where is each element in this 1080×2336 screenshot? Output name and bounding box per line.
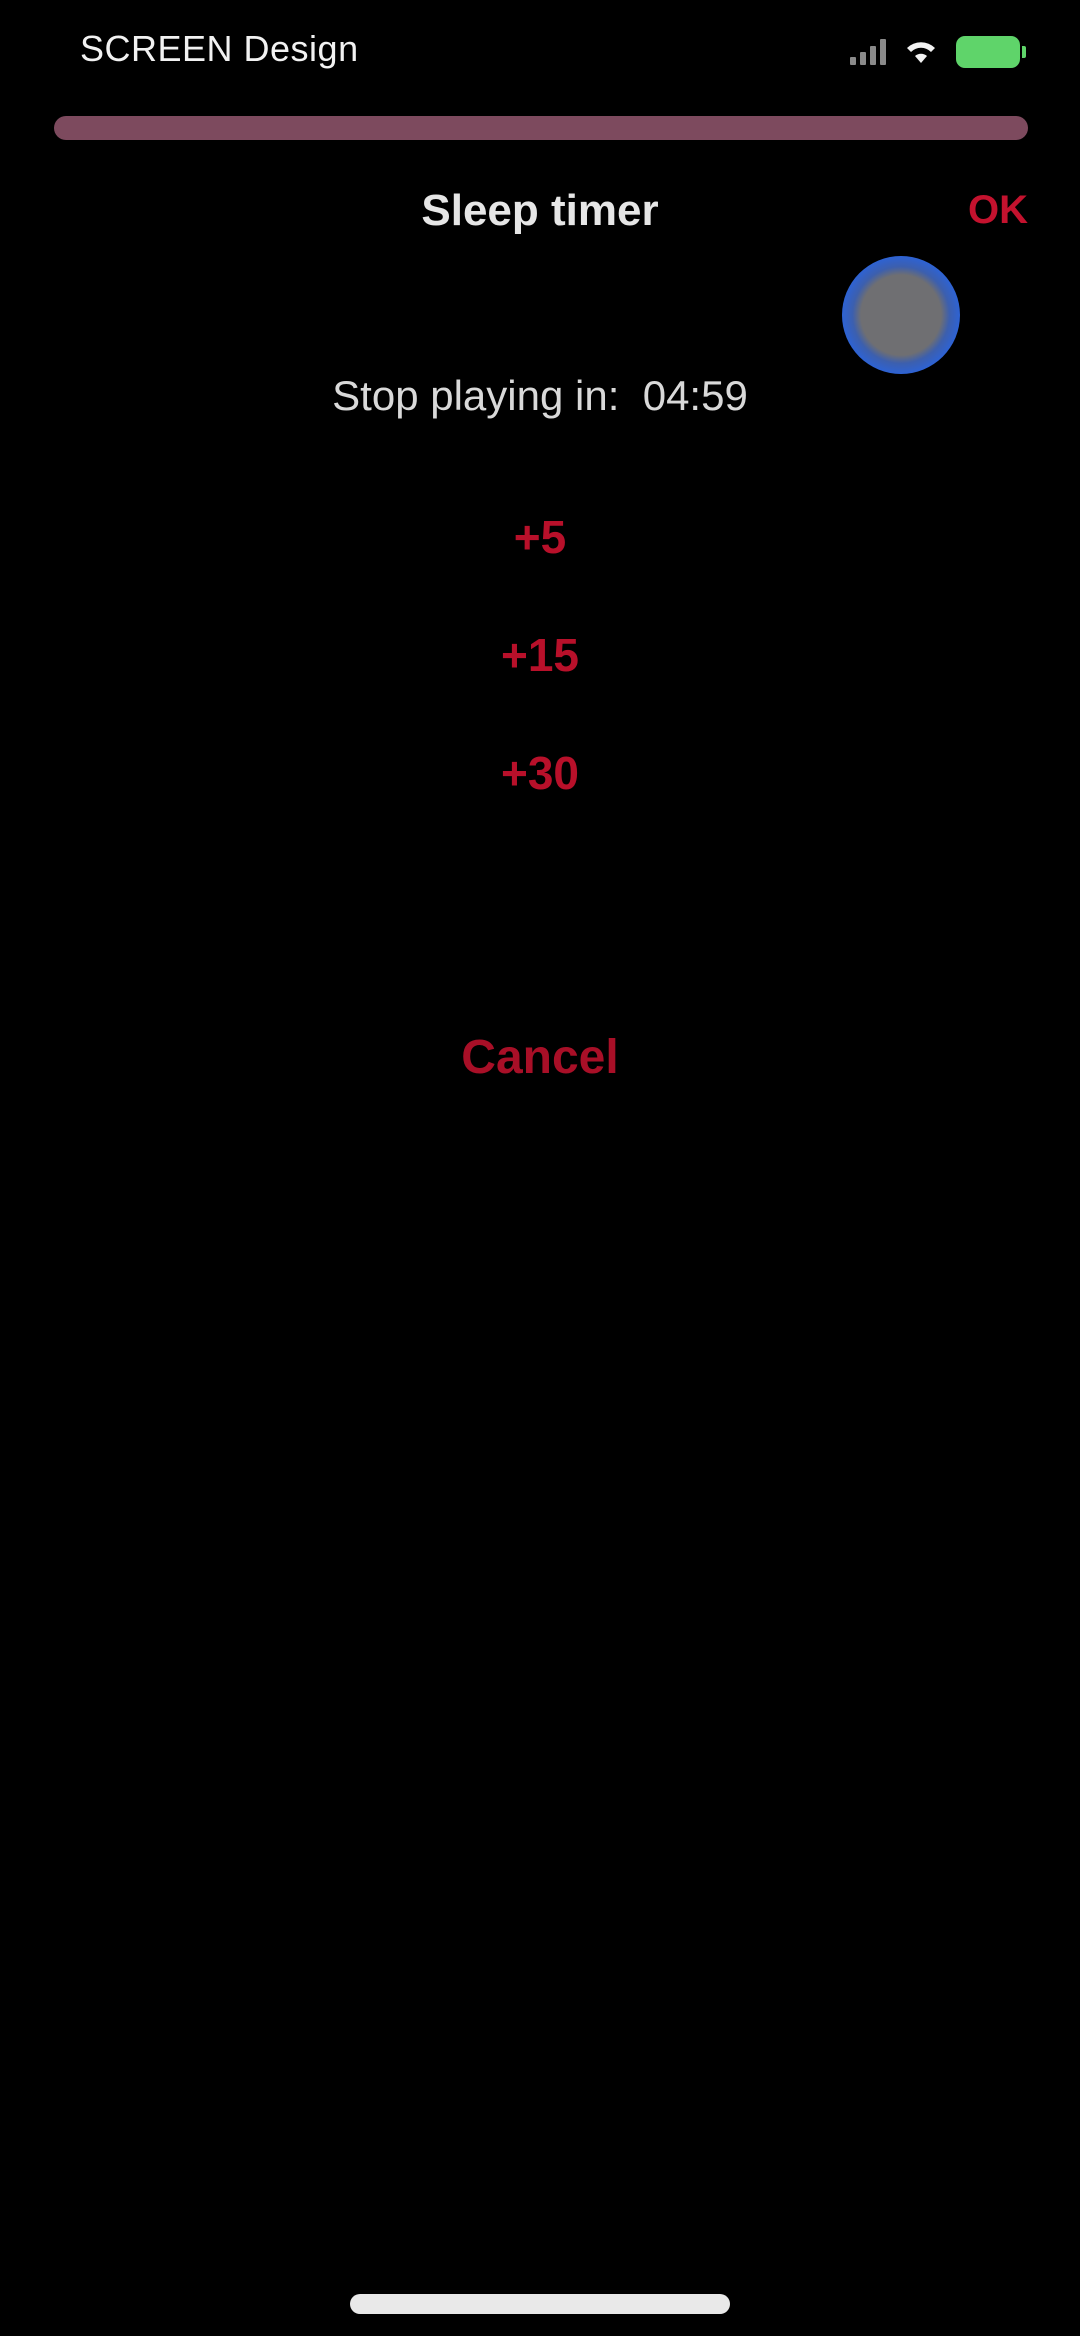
sheet-grabber [54, 116, 1028, 140]
add-5-minutes-button[interactable]: +5 [0, 510, 1080, 564]
countdown-label: Stop playing in [332, 372, 608, 419]
status-icons [850, 36, 1026, 68]
touch-indicator-icon [842, 256, 960, 374]
wifi-icon [907, 42, 935, 63]
cancel-button[interactable]: Cancel [0, 1030, 1080, 1085]
countdown-value: 04:59 [642, 372, 748, 419]
sheet-title: Sleep timer [421, 186, 659, 235]
add-15-minutes-button[interactable]: +15 [0, 628, 1080, 682]
battery-icon [956, 36, 1026, 68]
ok-button[interactable]: OK [968, 188, 1028, 233]
home-indicator[interactable] [350, 2294, 730, 2314]
add-30-minutes-button[interactable]: +30 [0, 746, 1080, 800]
status-bar: SCREEN Design [0, 0, 1080, 110]
status-bar-title: SCREEN Design [80, 28, 359, 69]
countdown-separator: : [607, 372, 643, 419]
countdown-text: Stop playing in: 04:59 [0, 372, 1080, 420]
signal-icon [850, 39, 886, 65]
